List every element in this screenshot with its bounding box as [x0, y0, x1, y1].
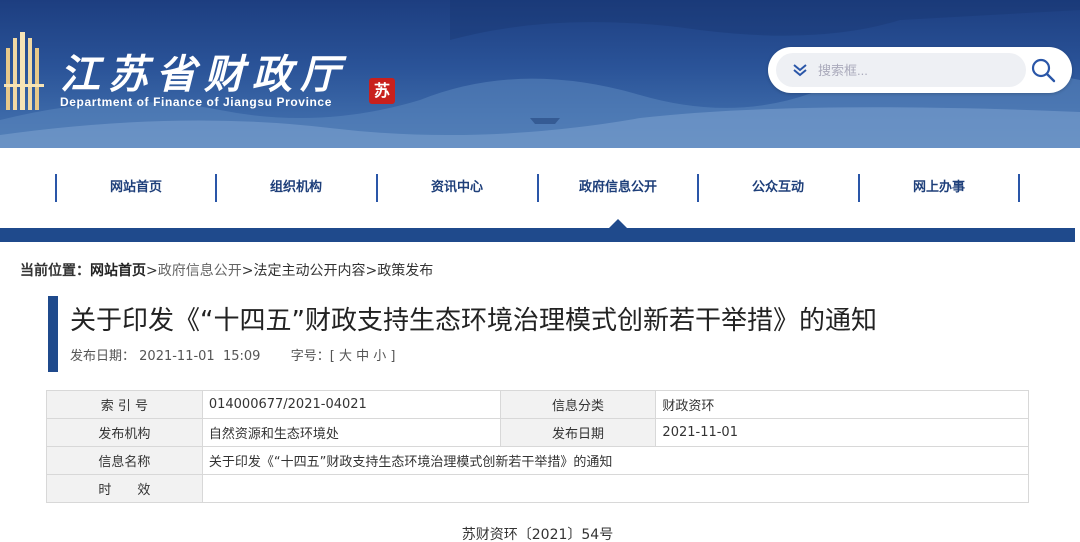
- nav-item-organization[interactable]: 组织机构: [216, 174, 376, 202]
- table-value: 自然资源和生态环境处: [201, 418, 501, 447]
- site-title-en: Department of Finance of Jiangsu Provinc…: [60, 95, 332, 109]
- table-value: 014000677/2021-04021: [201, 390, 501, 419]
- table-key: 发布机构: [46, 418, 203, 447]
- nav-item-news[interactable]: 资讯中心: [377, 174, 537, 202]
- table-value: 关于印发《“十四五”财政支持生态环境治理模式创新若干举措》的通知: [201, 446, 1030, 475]
- publish-date: 2021-11-01 15:09: [139, 349, 261, 364]
- table-key: 时 效: [46, 474, 203, 503]
- breadcrumb-sep: >: [146, 263, 158, 279]
- nav-item-online-service[interactable]: 网上办事: [859, 174, 1019, 202]
- search-input[interactable]: [818, 53, 1018, 87]
- table-key: 信息分类: [499, 390, 657, 419]
- nav-separator: [1018, 174, 1020, 202]
- nav-bottom-bar: [0, 228, 1075, 242]
- breadcrumb-home[interactable]: 网站首页: [90, 263, 146, 279]
- table-row: 信息名称 关于印发《“十四五”财政支持生态环境治理模式创新若干举措》的通知: [46, 446, 1030, 475]
- site-title-cn[interactable]: 江苏省财政厅: [60, 42, 348, 100]
- table-value: 2021-11-01: [655, 418, 1029, 447]
- table-key: 索 引 号: [46, 390, 203, 419]
- font-size-large[interactable]: 大: [339, 349, 352, 364]
- breadcrumb-sep: >: [241, 263, 254, 279]
- breadcrumb-sep: >: [365, 263, 378, 279]
- table-value: 财政资环: [655, 390, 1029, 419]
- page-title: 关于印发《“十四五”财政支持生态环境治理模式创新若干举措》的通知: [70, 306, 877, 336]
- table-row: 发布机构 自然资源和生态环境处 发布日期 2021-11-01: [46, 418, 1029, 447]
- nav-item-info-disclosure[interactable]: 政府信息公开: [538, 174, 698, 202]
- breadcrumb-item[interactable]: 政府信息公开: [158, 263, 242, 279]
- table-key: 发布日期: [499, 418, 657, 447]
- seal-stamp: 苏: [369, 78, 395, 104]
- document-number: 苏财资环〔2021〕54号: [461, 527, 614, 542]
- header-banner: 江苏省财政厅 Department of Finance of Jiangsu …: [0, 0, 1080, 148]
- main-nav: 网站首页 组织机构 资讯中心 政府信息公开 公众互动 网上办事: [0, 148, 1080, 228]
- nav-item-interaction[interactable]: 公众互动: [698, 174, 858, 202]
- breadcrumb: 当前位置：网站首页>政府信息公开>法定主动公开内容>政策发布: [20, 260, 433, 280]
- title-accent-bar: [48, 296, 58, 372]
- info-table: 索 引 号 014000677/2021-04021 信息分类 财政资环 发布机…: [46, 390, 1030, 503]
- font-size-medium[interactable]: 中: [356, 349, 369, 364]
- breadcrumb-item[interactable]: 政策发布: [377, 263, 433, 279]
- table-row: 索 引 号 014000677/2021-04021 信息分类 财政资环: [46, 390, 1029, 419]
- font-size-label: 字号：[: [290, 349, 335, 364]
- breadcrumb-item[interactable]: 法定主动公开内容: [253, 263, 365, 279]
- table-row: 时 效: [46, 474, 1030, 503]
- table-value: [201, 474, 1030, 503]
- chevron-down-icon[interactable]: [790, 62, 810, 78]
- search-box: [768, 47, 1072, 93]
- article-meta: 发布日期： 2021-11-01 15:09 字号：[ 大 中 小 ]: [70, 345, 395, 364]
- building-emblem-icon: [4, 32, 44, 110]
- breadcrumb-label: 当前位置：: [20, 263, 90, 279]
- table-key: 信息名称: [46, 446, 203, 475]
- font-size-small[interactable]: 小: [373, 349, 386, 364]
- search-icon[interactable]: [1028, 55, 1060, 85]
- publish-date-label: 发布日期：: [70, 349, 136, 364]
- nav-item-home[interactable]: 网站首页: [56, 174, 216, 202]
- search-field: [776, 53, 1026, 87]
- font-size-close: ]: [390, 349, 396, 364]
